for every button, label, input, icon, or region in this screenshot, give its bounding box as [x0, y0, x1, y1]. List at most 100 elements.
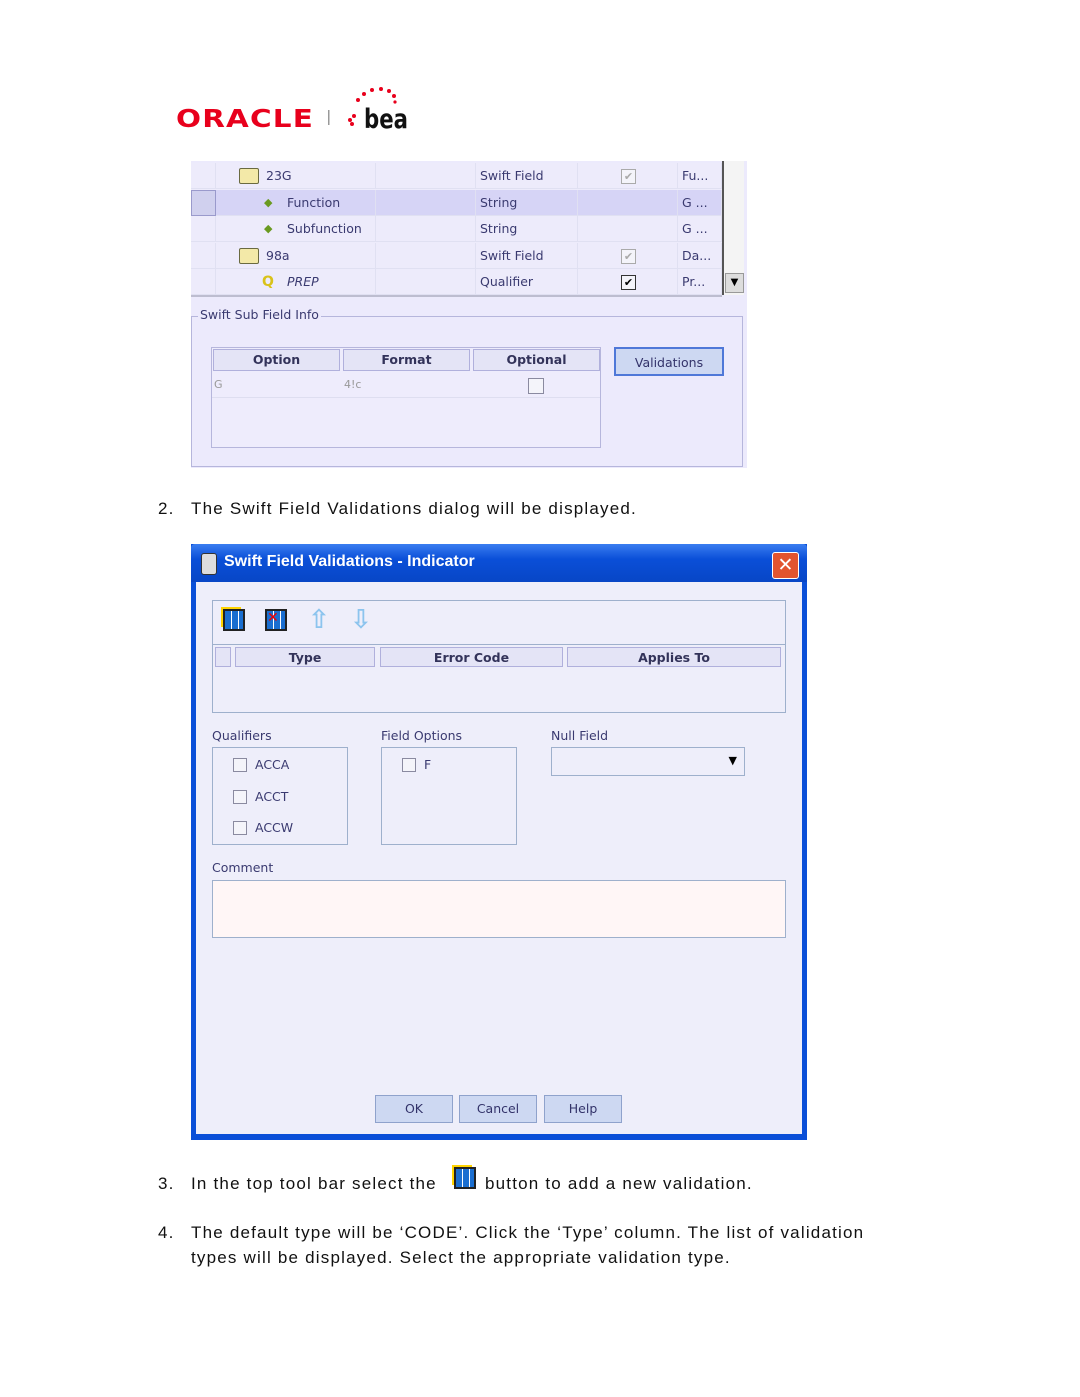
- blank-cell: [376, 216, 476, 242]
- row-header: [191, 269, 216, 295]
- type-label: Swift Field: [480, 247, 544, 263]
- step-4-text-line2: types will be displayed. Select the appr…: [191, 1248, 731, 1267]
- close-button[interactable]: ✕: [772, 552, 799, 579]
- name-cell: 23G: [216, 163, 376, 189]
- step-2-text: The Swift Field Validations dialog will …: [191, 499, 637, 518]
- qualifiers-list: ACCA ACCT ACCW: [212, 747, 348, 845]
- type-cell: Swift Field: [476, 163, 578, 189]
- tree-row[interactable]: 23G Swift Field ✔ Fu...: [191, 163, 722, 189]
- option-cell: G: [214, 378, 223, 391]
- blank-cell: [376, 189, 476, 216]
- field-options-label: Field Options: [381, 728, 463, 743]
- folder-icon: [239, 168, 259, 184]
- tree-node-label: PREP: [287, 274, 319, 289]
- checkbox[interactable]: ✔: [621, 275, 636, 290]
- cancel-button[interactable]: Cancel: [459, 1095, 537, 1123]
- group-legend: Swift Sub Field Info: [198, 307, 321, 322]
- type-cell: Swift Field: [476, 242, 578, 269]
- format-cell: 4!c: [344, 378, 362, 391]
- flag-cell: ✔: [578, 163, 678, 189]
- tree-row[interactable]: ◆ Subfunction String G ...: [191, 216, 722, 242]
- toolbar: ✕ ⇧ ⇩: [213, 601, 785, 645]
- table-row[interactable]: G 4!c: [212, 373, 600, 398]
- row-header: [191, 216, 216, 242]
- checkbox[interactable]: ✔: [621, 248, 636, 264]
- row-header: [191, 163, 216, 189]
- field-options-list: F: [381, 747, 517, 845]
- qualifiers-label: Qualifiers: [212, 728, 272, 743]
- name-cell: Q PREP: [216, 269, 376, 295]
- diamond-icon: ◆: [264, 195, 273, 209]
- name-cell: ◆ Function: [216, 189, 376, 216]
- dialog-app-icon: [201, 553, 217, 575]
- tree-row[interactable]: 98a Swift Field ✔ Da...: [191, 242, 722, 269]
- type-label: Qualifier: [480, 274, 534, 289]
- column-header-applies-to[interactable]: Applies To: [567, 647, 781, 667]
- checkbox[interactable]: [233, 789, 247, 804]
- step-2-number: 2.: [158, 499, 175, 518]
- desc-label: G ...: [682, 194, 708, 210]
- tree-row[interactable]: Q PREP Qualifier ✔ Pr...: [191, 269, 722, 295]
- blank-cell: [376, 163, 476, 189]
- checkbox-label: ACCW: [255, 820, 294, 835]
- comment-textarea[interactable]: [212, 880, 786, 938]
- desc-cell: Fu...: [678, 163, 722, 189]
- desc-cell: Pr...: [678, 269, 722, 295]
- vertical-scrollbar[interactable]: ▼: [722, 161, 744, 295]
- tree-table: 23G Swift Field ✔ Fu... ◆ Function String G ...…: [191, 163, 722, 297]
- move-up-icon[interactable]: ⇧: [308, 605, 330, 635]
- column-header-optional[interactable]: Optional: [473, 349, 600, 371]
- desc-label: Fu...: [682, 168, 709, 183]
- scroll-down-button[interactable]: ▼: [725, 273, 744, 293]
- swift-field-tree-panel: 23G Swift Field ✔ Fu... ◆ Function String G ...…: [191, 161, 747, 468]
- optional-checkbox[interactable]: [528, 378, 544, 394]
- move-down-icon[interactable]: ⇩: [350, 605, 372, 635]
- type-cell: String: [476, 189, 578, 216]
- dialog-title: Swift Field Validations - Indicator: [224, 553, 475, 570]
- step-4-number: 4.: [158, 1223, 175, 1242]
- name-cell: 98a: [216, 242, 376, 269]
- null-field-label: Null Field: [551, 728, 609, 743]
- step-3-text-before: In the top tool bar select the: [191, 1174, 437, 1193]
- qualifier-icon: Q: [262, 274, 274, 290]
- blank-cell: [376, 269, 476, 295]
- checkbox-label: F: [424, 757, 432, 772]
- desc-label: G ...: [682, 221, 708, 236]
- type-label: String: [480, 221, 518, 236]
- optional-diamond-icon: ◆: [264, 222, 273, 235]
- null-field-dropdown[interactable]: ▼: [551, 747, 745, 776]
- column-header-type[interactable]: Type: [235, 647, 375, 667]
- type-label: Swift Field: [480, 168, 544, 183]
- tree-node-label: Function: [287, 194, 341, 210]
- delete-row-icon[interactable]: ✕: [265, 609, 287, 631]
- validations-button[interactable]: Validations: [614, 347, 724, 376]
- folder-icon: [239, 247, 259, 264]
- sub-field-table: Option Format Optional G 4!c: [211, 347, 601, 448]
- checkbox[interactable]: ✔: [621, 169, 636, 184]
- svg-text:bea: bea: [364, 104, 408, 132]
- flag-cell: ✔: [578, 269, 678, 295]
- oracle-bea-logo: ORACLE bea: [176, 86, 416, 135]
- column-header-option[interactable]: Option: [213, 349, 340, 371]
- tree-node-label: 23G: [266, 168, 292, 183]
- help-button[interactable]: Help: [544, 1095, 622, 1123]
- checkbox[interactable]: [233, 758, 247, 772]
- checkbox-label: ACCA: [255, 757, 290, 772]
- svg-text:ORACLE: ORACLE: [176, 104, 314, 132]
- add-row-icon[interactable]: [223, 609, 245, 631]
- type-label: String: [480, 194, 518, 210]
- step-3-text-after: button to add a new validation.: [485, 1174, 753, 1193]
- name-cell: ◆ Subfunction: [216, 216, 376, 242]
- document-page: ORACLE bea 23G Swift Field ✔ Fu... ◆ Function…: [0, 0, 1080, 1397]
- desc-label: Da...: [682, 247, 712, 263]
- type-cell: String: [476, 216, 578, 242]
- checkbox[interactable]: [402, 758, 416, 772]
- checkbox[interactable]: [233, 821, 247, 835]
- dialog-body: ✕ ⇧ ⇩ Type Error Code Applies To Qualifi…: [196, 582, 802, 1134]
- column-header-error-code[interactable]: Error Code: [380, 647, 563, 667]
- column-header-format[interactable]: Format: [343, 349, 470, 371]
- validations-table-panel: ✕ ⇧ ⇩ Type Error Code Applies To: [212, 600, 786, 713]
- ok-button[interactable]: OK: [375, 1095, 453, 1123]
- blank-cell: [376, 242, 476, 269]
- tree-row[interactable]: ◆ Function String G ...: [191, 189, 722, 216]
